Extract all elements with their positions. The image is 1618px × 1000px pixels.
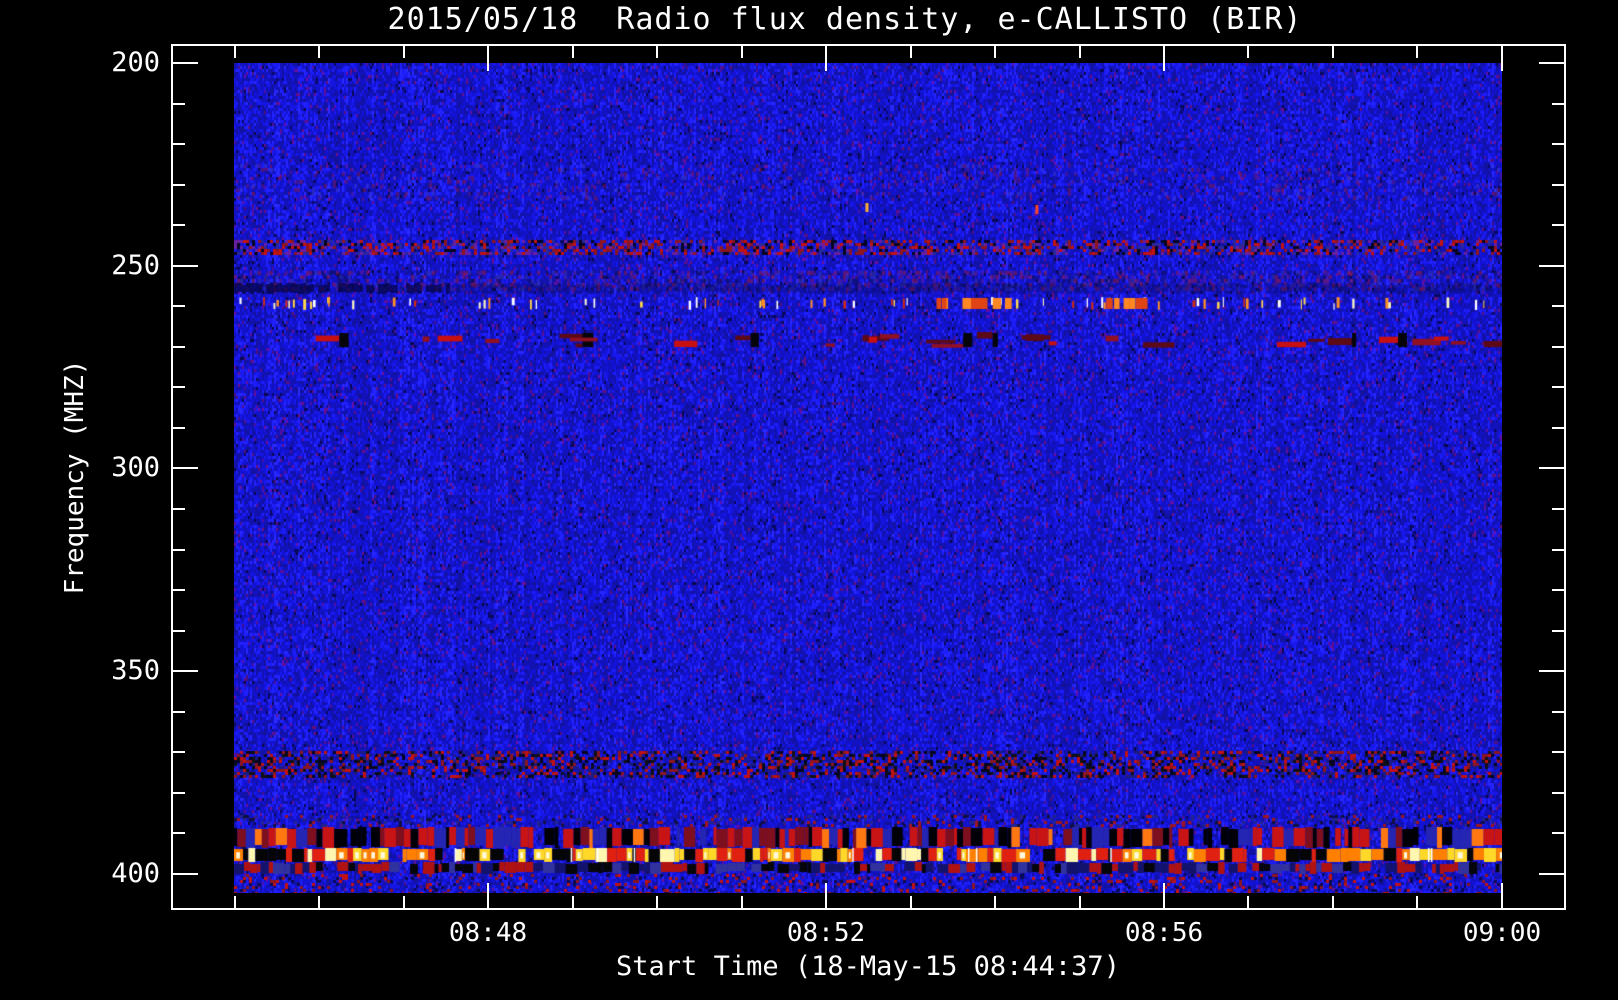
y-tick-label: 250 xyxy=(111,250,160,281)
x-tick-label: 08:48 xyxy=(448,918,528,948)
y-tick-mark xyxy=(171,751,185,753)
y-tick-mark-right xyxy=(1552,751,1566,753)
plot-title: 2015/05/18 Radio flux density, e-CALLIST… xyxy=(387,2,1303,37)
y-tick-mark xyxy=(171,346,185,348)
x-tick-mark xyxy=(1247,896,1249,910)
y-tick-mark xyxy=(171,184,185,186)
y-tick-mark-right xyxy=(1552,832,1566,834)
y-tick-mark xyxy=(171,832,185,834)
y-tick-mark xyxy=(171,467,198,469)
x-tick-label: 08:52 xyxy=(786,918,866,948)
x-tick-mark-top xyxy=(1247,44,1249,58)
y-tick-mark-right xyxy=(1552,589,1566,591)
y-tick-mark xyxy=(171,62,198,64)
x-tick-mark-top xyxy=(1079,44,1081,58)
y-tick-mark xyxy=(171,711,185,713)
x-tick-mark-top xyxy=(741,44,743,58)
y-tick-mark-right xyxy=(1552,224,1566,226)
x-tick-mark xyxy=(1416,896,1418,910)
y-tick-mark-right xyxy=(1552,305,1566,307)
x-tick-mark xyxy=(1501,883,1503,910)
x-tick-mark xyxy=(825,883,827,910)
y-tick-mark-right xyxy=(1552,346,1566,348)
spectrogram-page: 2015/05/18 Radio flux density, e-CALLIST… xyxy=(0,0,1618,1000)
x-tick-mark xyxy=(994,896,996,910)
y-tick-mark-right xyxy=(1539,467,1566,469)
y-tick-mark-right xyxy=(1552,792,1566,794)
y-tick-mark-right xyxy=(1539,873,1566,875)
x-tick-mark xyxy=(910,896,912,910)
x-tick-mark xyxy=(656,896,658,910)
y-tick-mark xyxy=(171,305,185,307)
x-tick-mark xyxy=(403,896,405,910)
y-tick-mark xyxy=(171,143,185,145)
x-tick-mark xyxy=(572,896,574,910)
x-tick-mark-top xyxy=(234,44,236,58)
y-tick-mark xyxy=(171,508,185,510)
x-tick-mark-top xyxy=(1501,44,1503,71)
x-tick-mark-top xyxy=(403,44,405,58)
y-tick-mark-right xyxy=(1539,265,1566,267)
y-tick-mark xyxy=(171,549,185,551)
y-tick-mark xyxy=(171,670,198,672)
spectrogram-heatmap xyxy=(234,63,1502,893)
x-tick-mark-top xyxy=(1163,44,1165,71)
x-tick-label: 08:56 xyxy=(1124,918,1204,948)
y-tick-mark xyxy=(171,265,198,267)
x-tick-mark xyxy=(1332,896,1334,910)
x-tick-mark-top xyxy=(1332,44,1334,58)
y-tick-mark-right xyxy=(1552,143,1566,145)
x-tick-mark-top xyxy=(825,44,827,71)
y-tick-mark xyxy=(171,386,185,388)
y-tick-mark-right xyxy=(1552,630,1566,632)
y-tick-mark xyxy=(171,103,185,105)
x-tick-mark xyxy=(234,896,236,910)
y-tick-mark-right xyxy=(1552,184,1566,186)
y-tick-mark xyxy=(171,589,185,591)
x-tick-mark-top xyxy=(572,44,574,58)
x-tick-mark xyxy=(1163,883,1165,910)
y-tick-mark-right xyxy=(1552,711,1566,713)
y-tick-mark-right xyxy=(1552,549,1566,551)
x-tick-mark xyxy=(1079,896,1081,910)
x-tick-mark xyxy=(741,896,743,910)
y-tick-label: 200 xyxy=(111,47,160,78)
y-tick-mark xyxy=(171,873,198,875)
y-tick-mark-right xyxy=(1539,670,1566,672)
y-tick-mark-right xyxy=(1552,508,1566,510)
y-tick-mark xyxy=(171,630,185,632)
x-axis-title: Start Time (18-May-15 08:44:37) xyxy=(616,951,1120,982)
x-tick-mark-top xyxy=(487,44,489,71)
x-tick-mark-top xyxy=(656,44,658,58)
x-tick-mark-top xyxy=(994,44,996,58)
y-tick-label: 350 xyxy=(111,655,160,686)
y-tick-mark xyxy=(171,224,185,226)
y-tick-mark-right xyxy=(1539,62,1566,64)
x-tick-mark xyxy=(487,883,489,910)
y-tick-mark-right xyxy=(1552,386,1566,388)
y-tick-mark xyxy=(171,792,185,794)
y-tick-mark xyxy=(171,427,185,429)
y-tick-label: 400 xyxy=(111,858,160,889)
y-tick-mark-right xyxy=(1552,103,1566,105)
y-tick-label: 300 xyxy=(111,452,160,483)
y-tick-mark-right xyxy=(1552,427,1566,429)
x-tick-mark xyxy=(318,896,320,910)
x-tick-label: 09:00 xyxy=(1462,918,1542,948)
x-tick-mark-top xyxy=(318,44,320,58)
x-tick-mark-top xyxy=(910,44,912,58)
x-tick-mark-top xyxy=(1416,44,1418,58)
